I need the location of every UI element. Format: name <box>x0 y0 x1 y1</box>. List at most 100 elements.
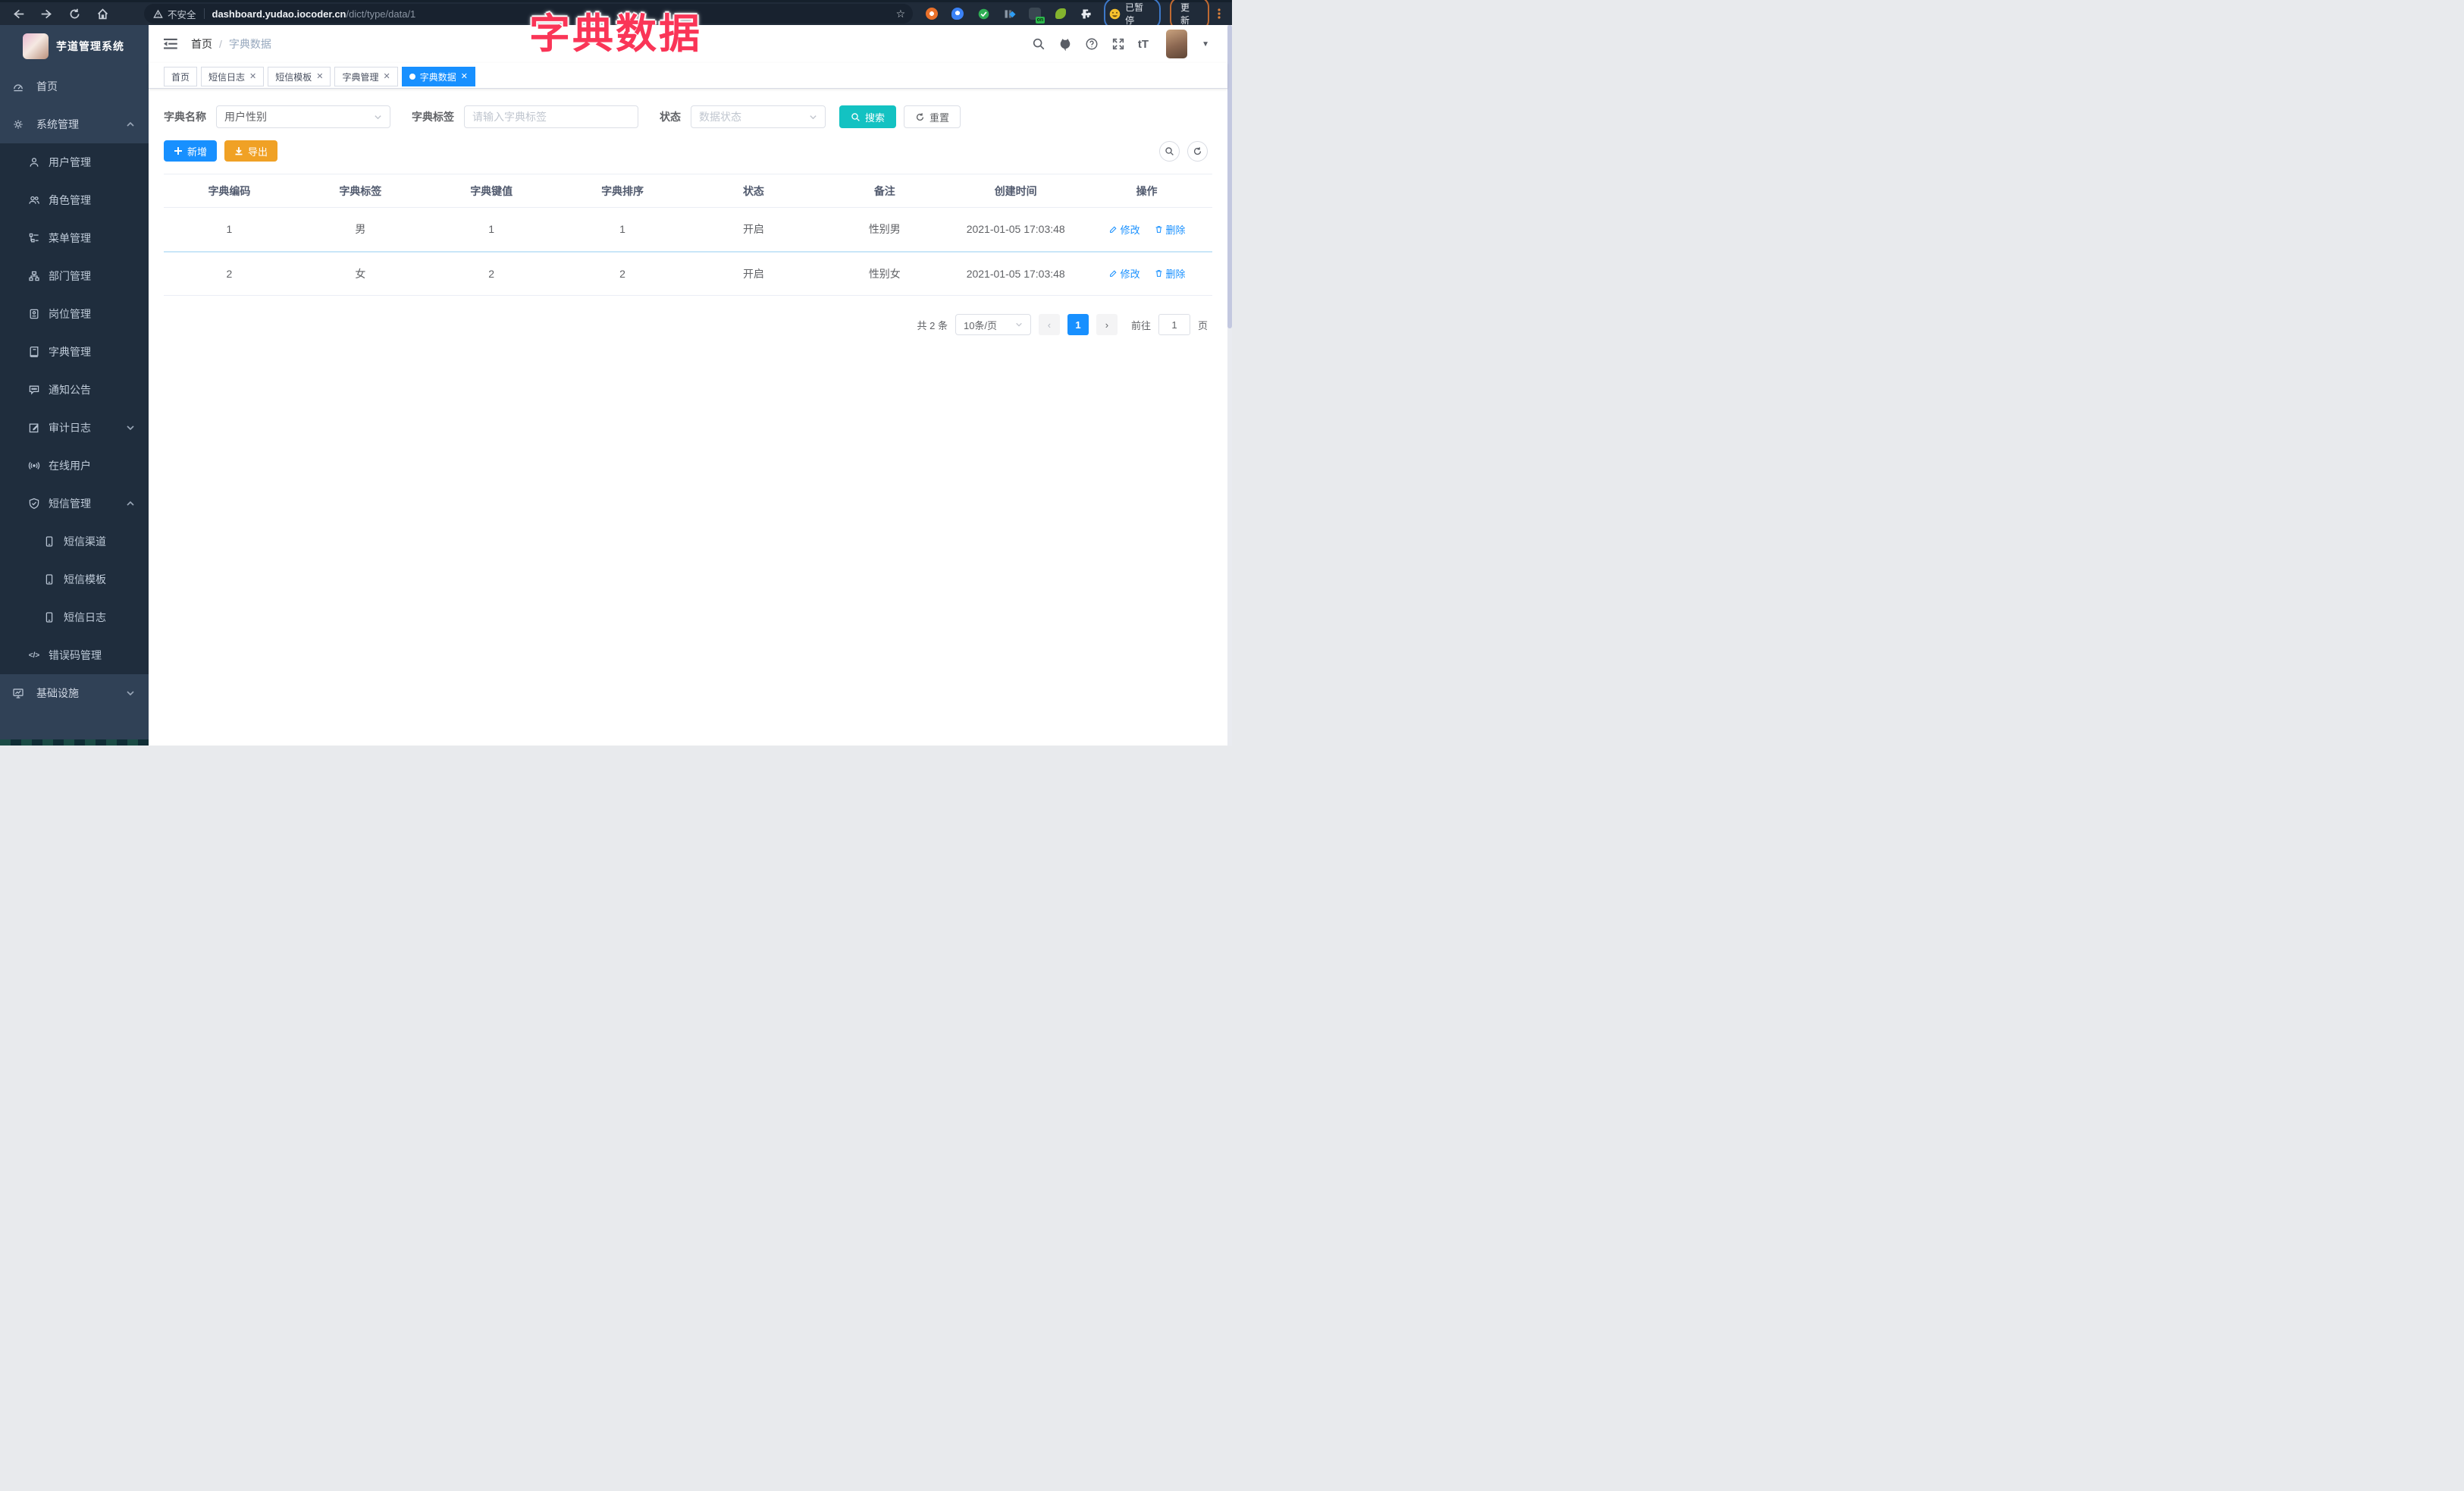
browser-menu-icon[interactable] <box>1214 8 1224 20</box>
prev-page-button[interactable]: ‹ <box>1038 314 1060 335</box>
sidebar-item-user-mgmt[interactable]: 用户管理 <box>0 143 149 181</box>
user-avatar[interactable] <box>1166 30 1188 58</box>
app-header: 首页 / 字典数据 tT ▼ <box>149 25 1227 63</box>
bookmark-star-icon[interactable]: ☆ <box>896 8 906 19</box>
sitemap-icon <box>28 270 40 282</box>
delete-link[interactable]: 删除 <box>1154 266 1186 281</box>
chevron-down-icon <box>126 423 135 432</box>
reset-button[interactable]: 重置 <box>904 105 961 128</box>
current-page[interactable]: 1 <box>1067 314 1089 335</box>
browser-toolbar: 不安全 dashboard.yudao.iocoder.cn /dict/typ… <box>0 0 1232 30</box>
main-area: 首页 / 字典数据 tT ▼ 首页 短信日志 ✕ 短信模板 ✕ 字典管理 ✕ 字… <box>149 25 1227 746</box>
users-icon <box>28 194 40 206</box>
add-button[interactable]: 新增 <box>164 140 218 162</box>
extension-on-badge-icon[interactable]: on <box>1028 7 1045 24</box>
sidebar-item-sms-channel[interactable]: 短信渠道 <box>0 523 149 560</box>
page-unit-label: 页 <box>1197 319 1208 331</box>
page-size-select[interactable]: 10条/页 <box>955 314 1031 335</box>
tab-dict-data[interactable]: 字典数据 ✕ <box>401 67 475 86</box>
sidebar-item-role-mgmt[interactable]: 角色管理 <box>0 181 149 219</box>
sidebar-item-dict-mgmt[interactable]: 字典管理 <box>0 333 149 371</box>
col-header: 字典标签 <box>294 174 426 208</box>
help-icon[interactable] <box>1085 37 1099 51</box>
dict-tag-input[interactable]: 请输入字典标签 <box>464 105 638 128</box>
breadcrumb-separator: / <box>219 38 222 50</box>
edit-link[interactable]: 修改 <box>1108 222 1140 237</box>
sidebar-collapse-icon[interactable] <box>164 38 177 50</box>
screen: 不安全 dashboard.yudao.iocoder.cn /dict/typ… <box>0 0 1232 746</box>
font-size-icon[interactable]: tT <box>1138 38 1149 51</box>
sidebar-item-home[interactable]: 首页 <box>0 67 149 105</box>
browser-back-icon[interactable] <box>12 8 25 20</box>
sidebar-item-errcode-mgmt[interactable]: </> 错误码管理 <box>0 636 149 674</box>
browser-reload-icon[interactable] <box>68 8 81 20</box>
tab-sms-template[interactable]: 短信模板 ✕ <box>268 67 331 86</box>
extension-icons: on <box>925 7 1093 24</box>
sidebar-item-sms-template[interactable]: 短信模板 <box>0 560 149 598</box>
search-icon[interactable] <box>1032 37 1045 51</box>
sidebar-item-sms-mgmt[interactable]: 短信管理 <box>0 485 149 523</box>
sidebar-item-post-mgmt[interactable]: 岗位管理 <box>0 295 149 333</box>
status-cell: 开启 <box>688 207 820 253</box>
export-button[interactable]: 导出 <box>224 140 278 162</box>
table-row[interactable]: 1 男 1 1 开启 性别男 2021-01-05 17:03:48 修改 删除 <box>164 207 1212 253</box>
total-count: 共 2 条 <box>917 319 948 331</box>
goto-page-input[interactable]: 1 <box>1158 314 1190 335</box>
sidebar-item-audit-log[interactable]: 审计日志 <box>0 409 149 447</box>
close-icon[interactable]: ✕ <box>384 72 390 81</box>
screenshot-artifact-strip <box>0 739 149 746</box>
extension-pin-icon[interactable] <box>951 7 964 20</box>
close-icon[interactable]: ✕ <box>249 72 256 81</box>
sidebar-item-dept-mgmt[interactable]: 部门管理 <box>0 257 149 295</box>
window-scrollbar[interactable] <box>1227 25 1232 746</box>
browser-home-icon[interactable] <box>96 8 109 20</box>
caret-down-icon[interactable]: ▼ <box>1202 40 1209 49</box>
tab-home[interactable]: 首页 <box>164 67 198 86</box>
next-page-button[interactable]: › <box>1096 314 1118 335</box>
sidebar-item-sms-log[interactable]: 短信日志 <box>0 598 149 636</box>
breadcrumb-home[interactable]: 首页 <box>191 36 212 52</box>
fullscreen-icon[interactable] <box>1111 37 1125 51</box>
table-header-row: 字典编码 字典标签 字典键值 字典排序 状态 备注 创建时间 操作 <box>164 174 1212 208</box>
col-header: 字典编码 <box>164 174 295 208</box>
sidebar-item-system[interactable]: 系统管理 <box>0 105 149 143</box>
close-icon[interactable]: ✕ <box>461 72 468 81</box>
delete-link[interactable]: 删除 <box>1154 222 1186 237</box>
tab-dict-mgmt[interactable]: 字典管理 ✕ <box>334 67 398 86</box>
close-icon[interactable]: ✕ <box>316 72 323 81</box>
extensions-puzzle-icon[interactable] <box>1080 7 1093 20</box>
dict-name-select[interactable]: 用户性别 <box>216 105 390 128</box>
extension-orange-icon[interactable] <box>925 7 939 20</box>
table-row[interactable]: 2 女 2 2 开启 性别女 2021-01-05 17:03:48 修改 删除 <box>164 251 1212 296</box>
comment-icon <box>28 384 40 396</box>
tab-sms-log[interactable]: 短信日志 ✕ <box>201 67 265 86</box>
chevron-up-icon <box>126 499 135 508</box>
broadcast-icon <box>28 460 40 472</box>
sidebar-logo[interactable]: 芋道管理系统 <box>0 25 149 67</box>
search-button[interactable]: 搜索 <box>839 105 897 128</box>
insecure-label: 不安全 <box>168 9 196 20</box>
col-header: 字典键值 <box>425 174 557 208</box>
extension-leaf-icon[interactable] <box>1054 7 1067 20</box>
refresh-table-button[interactable] <box>1187 140 1208 162</box>
github-icon[interactable] <box>1058 37 1072 51</box>
tags-view: 首页 短信日志 ✕ 短信模板 ✕ 字典管理 ✕ 字典数据 ✕ <box>149 63 1227 89</box>
url-domain: dashboard.yudao.iocoder.cn <box>212 8 346 20</box>
sidebar-item-online-users[interactable]: 在线用户 <box>0 447 149 485</box>
chevron-down-icon <box>374 113 382 121</box>
toggle-search-button[interactable] <box>1159 140 1180 162</box>
sidebar-item-menu-mgmt[interactable]: 菜单管理 <box>0 219 149 257</box>
extension-check-icon[interactable] <box>977 7 990 20</box>
sidebar-item-infrastructure[interactable]: 基础设施 <box>0 674 149 712</box>
address-divider <box>203 8 205 19</box>
edit-link[interactable]: 修改 <box>1108 266 1140 281</box>
search-icon <box>851 112 861 122</box>
scrollbar-thumb[interactable] <box>1227 25 1232 328</box>
address-bar[interactable]: 不安全 dashboard.yudao.iocoder.cn /dict/typ… <box>144 4 914 24</box>
browser-forward-icon[interactable] <box>40 8 53 20</box>
id-badge-icon <box>28 308 40 320</box>
shield-check-icon <box>28 498 40 510</box>
extension-bars-icon[interactable] <box>1002 7 1016 20</box>
status-select[interactable]: 数据状态 <box>691 105 826 128</box>
sidebar-item-notice[interactable]: 通知公告 <box>0 371 149 409</box>
